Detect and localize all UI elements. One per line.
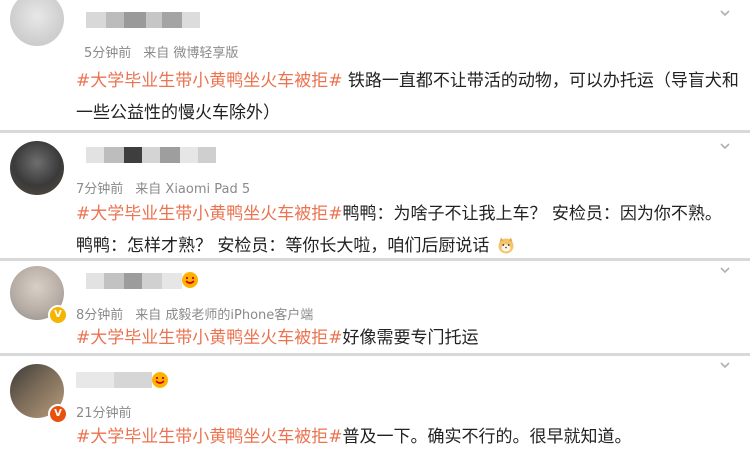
- comment-source: 来自 微博轻享版: [143, 46, 239, 61]
- chevron-down-icon[interactable]: [720, 360, 730, 370]
- comment-body: 好像需要专门托运: [342, 328, 479, 348]
- username-blurred[interactable]: [76, 372, 152, 388]
- fan-badge-icon: [152, 372, 168, 388]
- hashtag-link[interactable]: #大学毕业生带小黄鸭坐火车被拒#: [76, 71, 343, 91]
- comment-body: 铁路一直都不让带活的动物，可以办托运（导盲犬和: [342, 71, 739, 91]
- username-blurred[interactable]: [86, 273, 182, 289]
- comment-card: 5分钟前 来自 微博轻享版 #大学毕业生带小黄鸭坐火车被拒# 铁路一直都不让带活的…: [0, 0, 750, 130]
- comment-text-line2: 一些公益性的慢火车除外）: [76, 103, 280, 123]
- verified-badge-icon: V: [48, 305, 68, 325]
- comment-time: 8分钟前: [76, 308, 124, 323]
- comment-card: V 21分钟前 #大学毕业生带小黄鸭坐火车被拒#普及一下。确实不行的。很早就知道…: [0, 356, 750, 455]
- hashtag-link[interactable]: #大学毕业生带小黄鸭坐火车被拒#: [76, 204, 343, 224]
- comment-meta: 21分钟前: [76, 402, 132, 421]
- verified-badge-icon: V: [48, 404, 68, 424]
- comment-body: 鸭鸭：为啥子不让我上车？ 安检员：因为你不熟。: [342, 204, 722, 224]
- avatar[interactable]: [10, 141, 64, 195]
- fan-badge-icon: [182, 272, 198, 288]
- username-blurred[interactable]: [86, 12, 226, 28]
- comment-meta: 5分钟前 来自 微博轻享版: [84, 42, 238, 61]
- comment-time: 5分钟前: [84, 46, 132, 61]
- hashtag-link[interactable]: #大学毕业生带小黄鸭坐火车被拒#: [76, 427, 343, 447]
- comment-body: 普及一下。确实不行的。很早就知道。: [342, 427, 632, 447]
- comment-source: 来自 成毅老师的iPhone客户端: [135, 308, 314, 323]
- comment-card: 7分钟前 来自 Xiaomi Pad 5 #大学毕业生带小黄鸭坐火车被拒#鸭鸭：为…: [0, 133, 750, 258]
- chevron-down-icon[interactable]: [720, 8, 730, 18]
- chevron-down-icon[interactable]: [720, 265, 730, 275]
- chevron-down-icon[interactable]: [720, 141, 730, 151]
- comment-text: #大学毕业生带小黄鸭坐火车被拒#鸭鸭：为啥子不让我上车？ 安检员：因为你不熟。: [76, 199, 722, 230]
- comment-text: #大学毕业生带小黄鸭坐火车被拒# 铁路一直都不让带活的动物，可以办托运（导盲犬和: [76, 66, 739, 97]
- comment-time: 7分钟前: [76, 182, 124, 197]
- avatar[interactable]: [10, 0, 64, 46]
- comment-card: V 8分钟前 来自 成毅老师的iPhone客户端 #大学毕业生带小黄鸭坐火车被拒#…: [0, 261, 750, 353]
- shiba-emoji-icon: [498, 237, 514, 254]
- comment-text: #大学毕业生带小黄鸭坐火车被拒#普及一下。确实不行的。很早就知道。: [76, 422, 632, 453]
- comment-text: #大学毕业生带小黄鸭坐火车被拒#好像需要专门托运: [76, 323, 479, 354]
- comment-meta: 8分钟前 来自 成毅老师的iPhone客户端: [76, 304, 313, 323]
- hashtag-link[interactable]: #大学毕业生带小黄鸭坐火车被拒#: [76, 328, 343, 348]
- comment-source: 来自 Xiaomi Pad 5: [135, 182, 251, 197]
- comment-meta: 7分钟前 来自 Xiaomi Pad 5: [76, 178, 250, 197]
- username-blurred[interactable]: [86, 147, 236, 163]
- comment-time: 21分钟前: [76, 406, 132, 421]
